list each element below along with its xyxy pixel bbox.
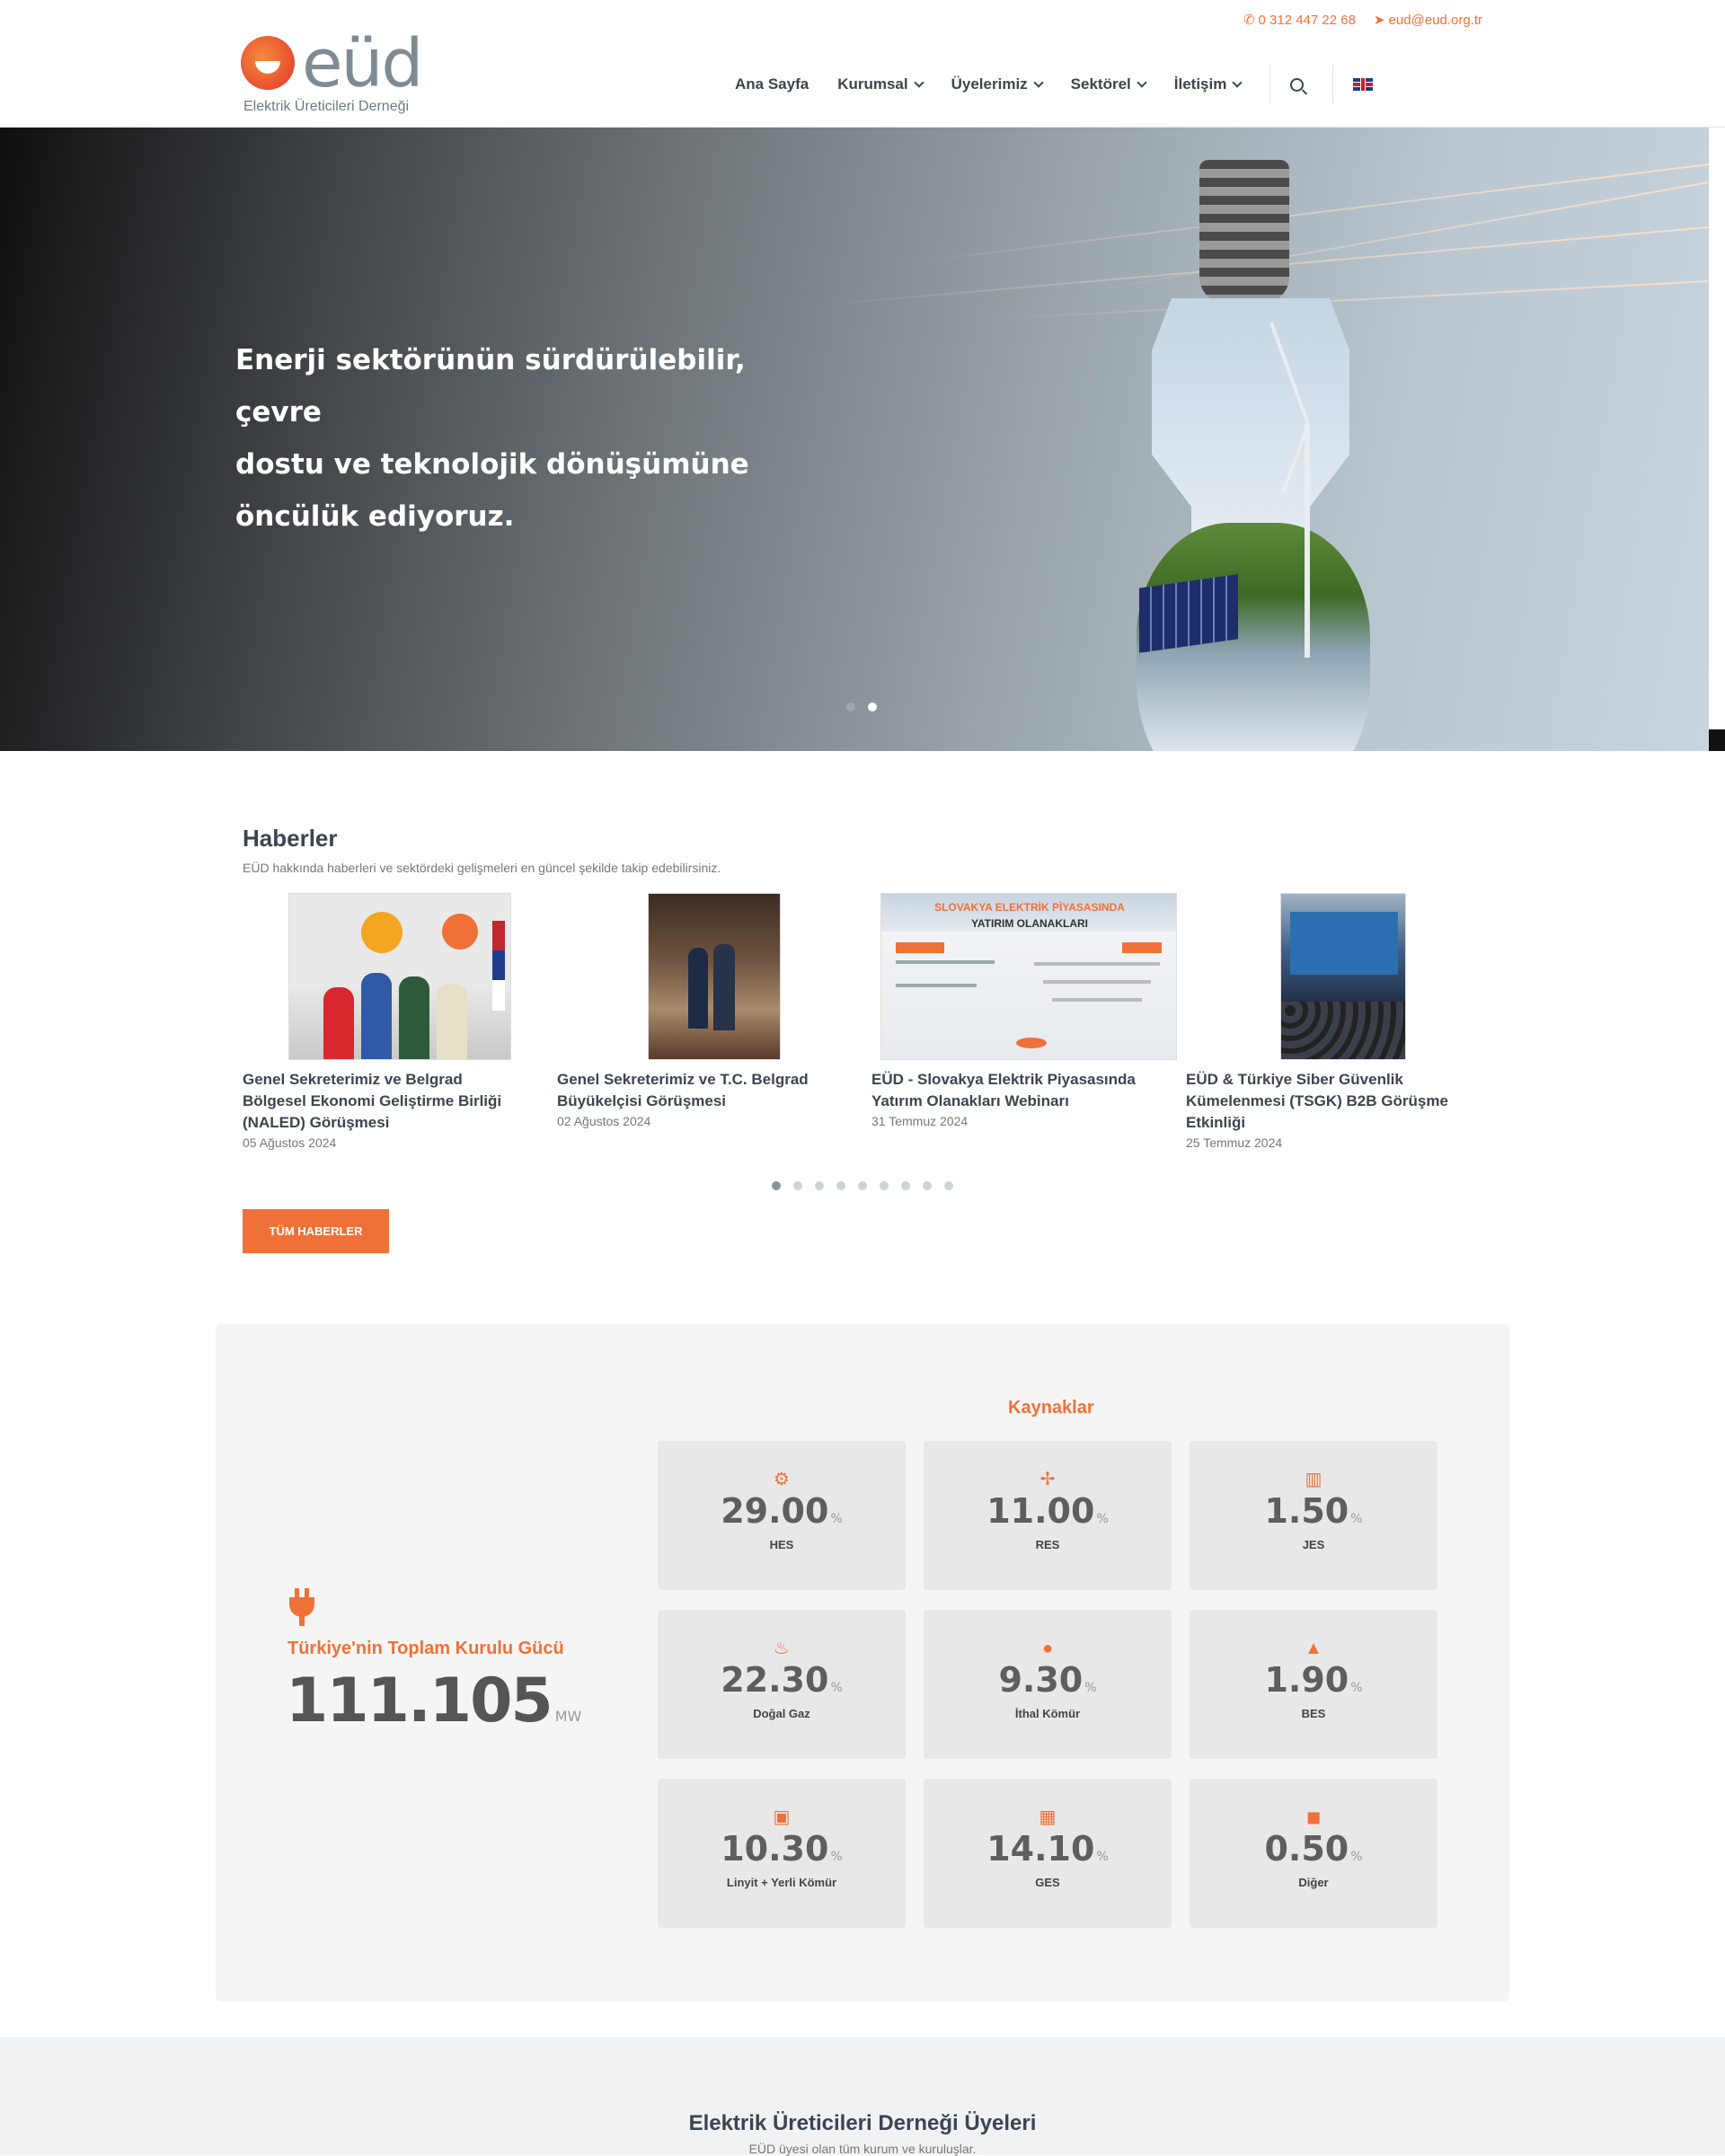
main-nav: Ana Sayfa Kurumsal Üyelerimiz Sektörel İ… [735,65,1374,104]
sources-grid: ⚙ 29.00% HES ✢ 11.00% RES ▥ 1.50% JES ♨ … [658,1441,1438,1928]
wind-turbine-image [1305,424,1310,658]
news-image[interactable]: SLOVAKYA ELEKTRİK PİYASASINDA YATIRIM OL… [880,893,1177,1060]
paper-plane-icon: ➤ [1373,13,1385,28]
light-ray [906,163,1709,264]
logo-mark [241,36,295,90]
scrollbar-track [1709,128,1725,751]
source-tile-diger: ◼ 0.50% Diğer [1190,1779,1438,1928]
gear-icon: ⚙ [774,1470,790,1489]
news-dot[interactable] [944,1181,953,1190]
news-dot[interactable] [815,1181,824,1190]
site-header: ✆ 0 312 447 22 68 ➤ eud@eud.org.tr eüd Ele… [0,0,1725,128]
webinar-heading: SLOVAKYA ELEKTRİK PİYASASINDA [934,901,1125,914]
members-section: Elektrik Üreticileri Derneği Üyeleri EÜD… [0,2037,1725,2156]
nav-kurumsal[interactable]: Kurumsal [837,75,924,93]
uk-flag-icon[interactable] [1353,78,1374,91]
phone-icon: ✆ [1243,13,1255,28]
news-card-date: 25 Temmuz 2024 [1186,1135,1283,1150]
news-image[interactable] [1280,893,1406,1060]
news-dot[interactable] [836,1181,845,1190]
news-carousel: Genel Sekreterimiz ve Belgrad Bölgesel E… [243,893,1500,1150]
source-tile-dogalgaz: ♨ 22.30% Doğal Gaz [658,1610,906,1759]
news-dot[interactable] [923,1181,932,1190]
plug-icon [288,1588,316,1628]
members-subtitle: EÜD üyesi olan tüm kurum ve kuruluşlar. [748,2142,977,2156]
source-tile-ges: ▦ 14.10% GES [924,1779,1172,1928]
news-dot-active[interactable] [772,1181,781,1190]
phone-link[interactable]: ✆ 0 312 447 22 68 [1243,12,1356,29]
hero-dot[interactable] [846,702,855,711]
nav-home[interactable]: Ana Sayfa [735,75,809,93]
news-card-date: 02 Ağustos 2024 [557,1114,651,1128]
news-card-title[interactable]: EÜD & Türkiye Siber Güvenlik Kümelenmesi… [1186,1069,1473,1134]
news-card-date: 05 Ağustos 2024 [243,1135,337,1150]
logo-word: eüd [302,25,423,102]
site-logo[interactable]: eüd Elektrik Üreticileri Derneği [241,25,423,122]
news-title: Haberler [243,825,338,852]
news-card-title[interactable]: Genel Sekreterimiz ve Belgrad Bölgesel E… [243,1069,530,1134]
news-dot[interactable] [858,1181,867,1190]
news-card-title[interactable]: Genel Sekreterimiz ve T.C. Belgrad Büyük… [557,1069,845,1112]
scrollbar-thumb[interactable] [1709,729,1725,751]
total-capacity-label: Türkiye'nin Toplam Kurulu Gücü [288,1639,564,1658]
other-icon: ◼ [1305,1807,1322,1827]
email-link[interactable]: ➤ eud@eud.org.tr [1373,12,1482,29]
bulb-socket-image [1199,160,1289,304]
biomass-icon: ▲ [1305,1639,1322,1658]
nav-sektorel[interactable]: Sektörel [1071,75,1147,93]
nav-iletisim[interactable]: İletişim [1174,75,1243,93]
lignite-icon: ▣ [773,1807,791,1827]
members-title: Elektrik Üreticileri Derneği Üyeleri [688,2111,1037,2135]
chevron-down-icon [1033,76,1044,88]
source-tile-hes: ⚙ 29.00% HES [658,1441,906,1590]
hero-dot-active[interactable] [868,702,877,711]
chevron-down-icon [913,76,924,88]
all-news-button[interactable]: TÜM HABERLER [243,1209,389,1253]
news-card[interactable]: Genel Sekreterimiz ve Belgrad Bölgesel E… [243,893,557,1150]
coal-icon: ● [1041,1639,1054,1658]
news-dot[interactable] [901,1181,910,1190]
search-icon[interactable] [1290,77,1305,92]
news-card[interactable]: Genel Sekreterimiz ve T.C. Belgrad Büyük… [557,893,871,1150]
news-card-title[interactable]: EÜD - Slovakya Elektrik Piyasasında Yatı… [871,1069,1159,1112]
hero-headline: Enerji sektörünün sürdürülebilir, çevre … [235,344,749,533]
bulb-glass-image [1152,298,1349,559]
news-image[interactable] [648,893,781,1060]
source-tile-bes: ▲ 1.90% BES [1190,1610,1438,1759]
news-card[interactable]: EÜD & Türkiye Siber Güvenlik Kümelenmesi… [1186,893,1500,1150]
nav-divider [1269,65,1271,104]
news-card[interactable]: SLOVAKYA ELEKTRİK PİYASASINDA YATIRIM OL… [871,893,1186,1150]
light-ray [991,280,1709,320]
sources-title: Kaynaklar [1008,1398,1094,1418]
hero-pagination [846,702,877,711]
news-subtitle: EÜD hakkında haberleri ve sektördeki gel… [243,861,721,875]
nav-divider [1332,65,1334,104]
flame-icon: ♨ [774,1639,790,1658]
contact-bar: ✆ 0 312 447 22 68 ➤ eud@eud.org.tr [1243,12,1482,29]
light-ray [1089,181,1709,293]
geothermal-icon: ▥ [1305,1470,1322,1489]
hero-slider: Enerji sektörünün sürdürülebilir, çevre … [0,128,1709,751]
news-image[interactable] [288,893,511,1060]
logo-subtitle: Elektrik Üreticileri Derneği [243,99,410,114]
webinar-subheading: YATIRIM OLANAKLARI [971,917,1088,930]
wind-icon: ✢ [1039,1470,1056,1489]
source-tile-jes: ▥ 1.50% JES [1190,1441,1438,1590]
source-tile-linyit: ▣ 10.30% Linyit + Yerli Kömür [658,1779,906,1928]
news-dot[interactable] [880,1181,889,1190]
news-pagination [772,1181,953,1190]
total-capacity-value: 111.105 MW [286,1666,582,1736]
news-card-date: 31 Temmuz 2024 [871,1114,969,1128]
chevron-down-icon [1232,76,1243,88]
nav-uyelerimiz[interactable]: Üyelerimiz [951,75,1044,93]
source-tile-ithal-komur: ● 9.30% İthal Kömür [924,1610,1172,1759]
installed-capacity-section: Türkiye'nin Toplam Kurulu Gücü 111.105 MW… [216,1324,1509,2001]
solar-panel-icon: ▦ [1039,1807,1057,1827]
news-dot[interactable] [793,1181,802,1190]
chevron-down-icon [1137,76,1147,88]
source-tile-res: ✢ 11.00% RES [924,1441,1172,1590]
